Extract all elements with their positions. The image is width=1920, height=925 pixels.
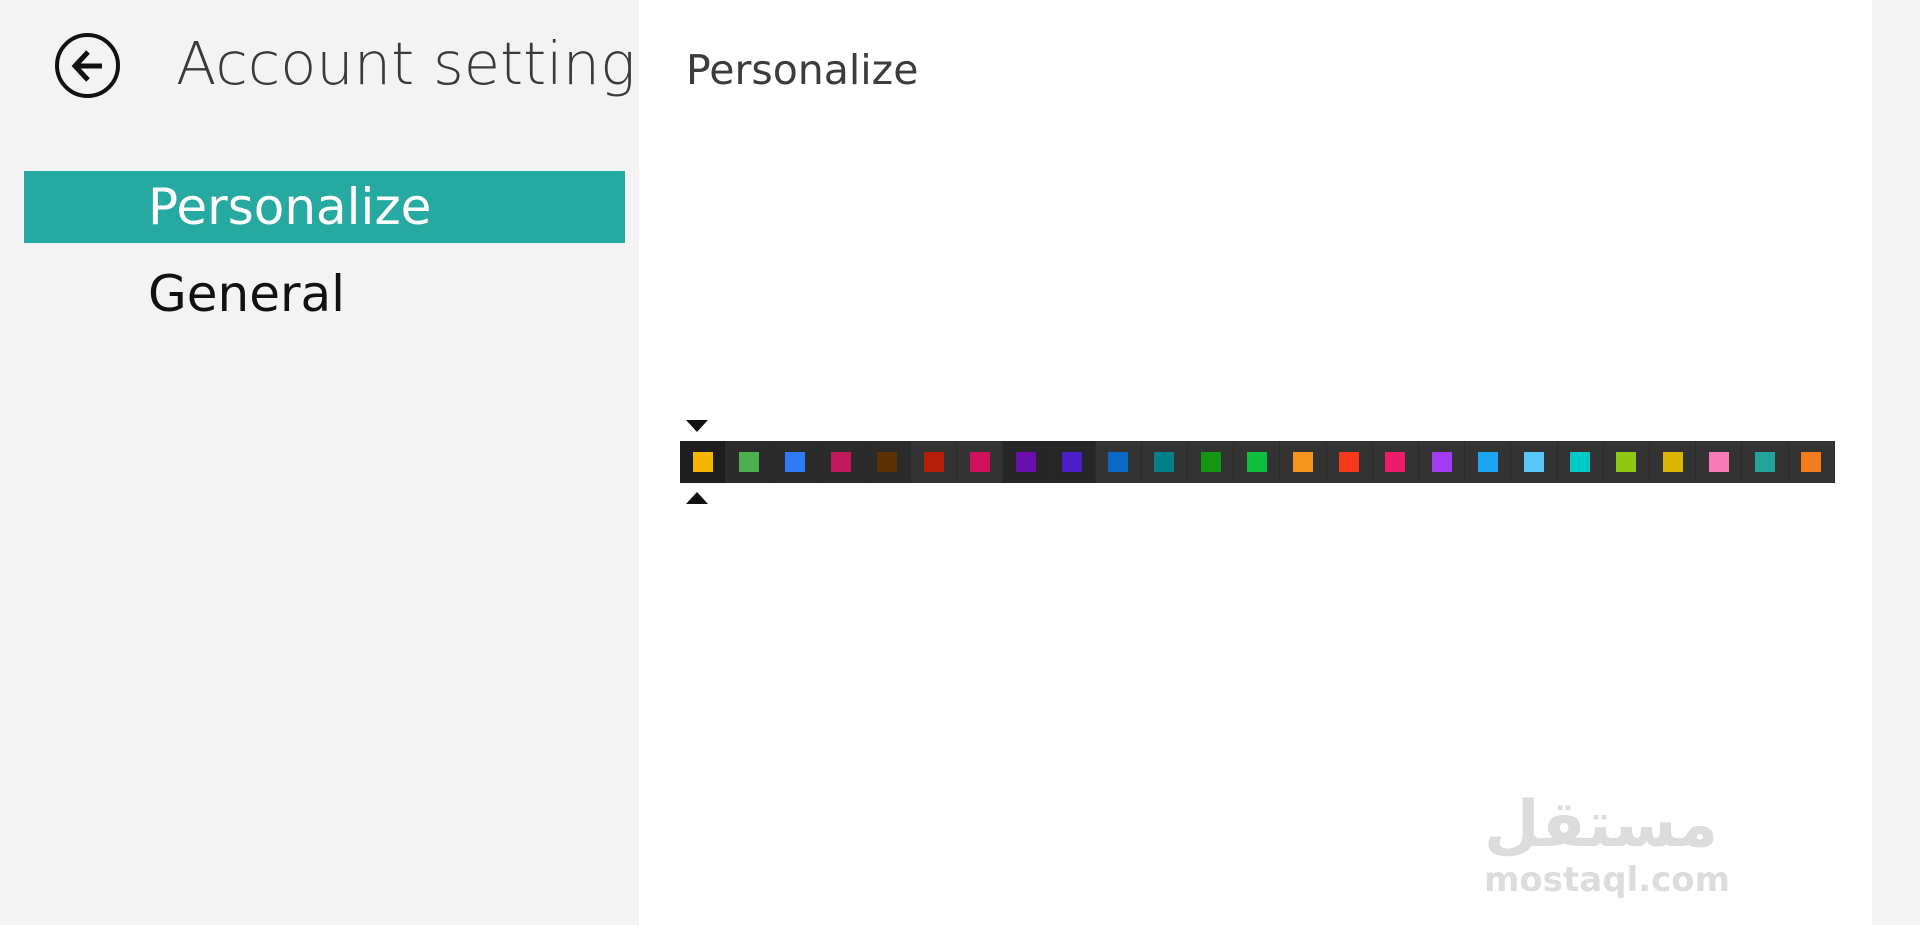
color-swatch[interactable] — [1603, 441, 1650, 483]
color-swatch[interactable] — [1788, 441, 1835, 483]
color-swatch-fill — [738, 452, 759, 472]
sidebar-item-label: Personalize — [148, 178, 432, 236]
arrow-left-icon — [71, 49, 102, 82]
color-swatch[interactable] — [1234, 441, 1281, 483]
watermark-arabic-text: مستقل — [1484, 788, 1719, 862]
app-window: Account settings Personalize General Per… — [0, 0, 1920, 925]
sidebar-item-general[interactable]: General — [24, 254, 625, 334]
color-swatch[interactable] — [1696, 441, 1743, 483]
window-edge — [1872, 0, 1920, 925]
main-content: Personalize مستقل mostaql.com — [639, 0, 1872, 925]
color-swatch-fill — [831, 452, 852, 472]
color-swatch[interactable] — [1742, 441, 1789, 483]
color-swatch[interactable] — [1419, 441, 1466, 483]
color-swatch-fill — [1385, 452, 1406, 472]
page-title: Account settings — [176, 29, 667, 98]
color-swatch[interactable] — [1188, 441, 1235, 483]
color-swatch-fill — [1570, 452, 1591, 472]
color-swatch-fill — [969, 452, 990, 472]
color-swatch-fill — [1062, 452, 1083, 472]
color-swatch-fill — [1431, 452, 1452, 472]
sidebar-item-label: General — [148, 265, 346, 323]
sidebar-item-personalize[interactable]: Personalize — [24, 171, 625, 243]
color-swatch-fill — [1708, 452, 1729, 472]
caret-down-icon — [686, 420, 708, 432]
color-swatch-fill — [1108, 452, 1129, 472]
color-swatch[interactable] — [910, 441, 958, 483]
color-swatch-fill — [1154, 452, 1175, 472]
accent-color-picker[interactable] — [680, 441, 1835, 483]
color-swatch[interactable] — [864, 441, 911, 483]
color-swatch[interactable] — [1141, 441, 1189, 483]
color-swatch[interactable] — [680, 441, 727, 483]
color-swatch-fill — [1801, 452, 1822, 472]
color-swatch[interactable] — [818, 441, 865, 483]
color-swatch[interactable] — [1280, 441, 1327, 483]
watermark: مستقل mostaql.com — [1484, 788, 1731, 900]
color-swatch[interactable] — [726, 441, 773, 483]
section-title: Personalize — [686, 46, 919, 94]
color-swatch-fill — [923, 452, 944, 472]
color-swatch[interactable] — [1003, 441, 1050, 483]
color-swatch[interactable] — [772, 441, 819, 483]
watermark-latin-text: mostaql.com — [1484, 860, 1731, 900]
color-swatch-fill — [1477, 452, 1498, 472]
color-swatch[interactable] — [1511, 441, 1558, 483]
color-swatch-fill — [784, 452, 805, 472]
color-swatch-fill — [877, 452, 898, 472]
color-swatch[interactable] — [1465, 441, 1512, 483]
color-swatch[interactable] — [1372, 441, 1419, 483]
color-swatch[interactable] — [1557, 441, 1604, 483]
color-swatch-fill — [1246, 452, 1267, 472]
color-swatch-fill — [1523, 452, 1544, 472]
color-swatch-fill — [1754, 452, 1775, 472]
color-swatch-fill — [1662, 452, 1683, 472]
color-swatch[interactable] — [1049, 441, 1096, 483]
color-swatch[interactable] — [1095, 441, 1142, 483]
color-swatch[interactable] — [1649, 441, 1697, 483]
color-swatch-fill — [1339, 452, 1360, 472]
color-swatch-fill — [1015, 452, 1036, 472]
color-swatch[interactable] — [957, 441, 1004, 483]
sidebar: Account settings Personalize General — [0, 0, 666, 925]
color-swatch[interactable] — [1326, 441, 1373, 483]
color-swatch-fill — [1200, 452, 1221, 472]
color-swatch-fill — [1616, 452, 1637, 472]
caret-up-icon — [686, 492, 708, 504]
color-swatch-fill — [1293, 452, 1314, 472]
back-button[interactable] — [55, 33, 120, 98]
color-swatch-fill — [692, 452, 713, 472]
